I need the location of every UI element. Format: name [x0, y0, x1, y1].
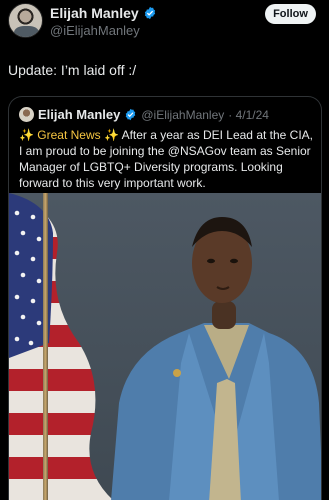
verified-badge-icon: [144, 6, 155, 20]
quoted-line-2: I am proud to be joining the @NSAGov tea…: [19, 144, 311, 158]
follow-button[interactable]: Follow: [265, 4, 316, 24]
quoted-tweet[interactable]: Elijah Manley @iElijahManley · 4/1/24 ✨ …: [8, 96, 322, 500]
quoted-line-4: forward to this very important work.: [19, 176, 206, 190]
quoted-line-1b: After a year as DEI Lead at the CIA,: [118, 128, 314, 142]
quoted-line-1a: ✨ Great News ✨: [19, 128, 119, 142]
quoted-author-handle[interactable]: @iElijahManley: [141, 108, 224, 122]
author-name[interactable]: Elijah Manley: [50, 5, 139, 21]
quoted-author-name[interactable]: Elijah Manley: [38, 107, 120, 122]
verified-badge-icon: [126, 108, 136, 121]
quoted-avatar[interactable]: [19, 107, 34, 122]
quoted-tweet-photo[interactable]: [9, 193, 321, 500]
avatar[interactable]: [8, 3, 43, 38]
portrait-subject: [111, 217, 321, 500]
quoted-line-3: Manager of LGBTQ+ Diversity programs. Lo…: [19, 160, 283, 174]
american-flag: [9, 193, 114, 500]
quoted-tweet-text: ✨ Great News ✨ After a year as DEI Lead …: [19, 127, 319, 191]
american-flag-graphic: [9, 193, 113, 500]
author-handle[interactable]: @iElijahManley: [50, 23, 140, 38]
tweet-header: Elijah Manley @iElijahManley Follow: [0, 0, 329, 48]
flag-pole: [43, 193, 48, 500]
author-name-row[interactable]: Elijah Manley: [50, 5, 157, 21]
quoted-date[interactable]: · 4/1/24: [228, 108, 269, 122]
quoted-tweet-header: Elijah Manley @iElijahManley · 4/1/24: [19, 107, 269, 122]
tweet-text: Update: I’m laid off :/: [8, 62, 137, 78]
